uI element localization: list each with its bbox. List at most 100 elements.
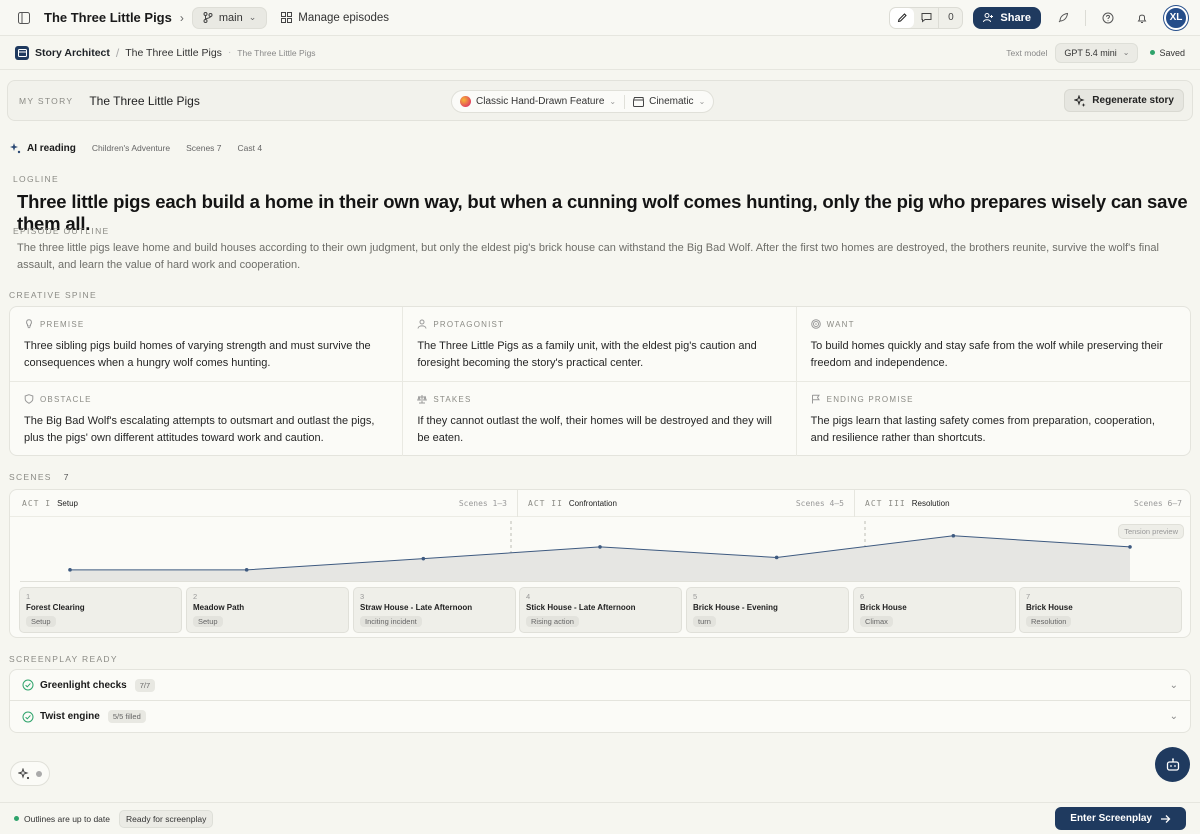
spine-cell-stakes[interactable]: STAKES If they cannot outlast the wolf, … bbox=[403, 382, 797, 456]
text-model-value: GPT 5.4 mini bbox=[1064, 47, 1117, 58]
manage-episodes-button[interactable]: Manage episodes bbox=[281, 12, 389, 24]
spine-cell-protagonist[interactable]: PROTAGONIST The Three Little Pigs as a f… bbox=[403, 307, 797, 382]
share-button[interactable]: Share bbox=[973, 6, 1041, 29]
scene-tile[interactable]: 4 Stick House - Late Afternoon Rising ac… bbox=[519, 587, 682, 633]
greenlight-checks-row[interactable]: Greenlight checks 7/7 ⌄ bbox=[9, 669, 1191, 701]
spine-heading: WANT bbox=[826, 319, 855, 329]
accordion-badge: 7/7 bbox=[134, 678, 156, 692]
assistant-button[interactable] bbox=[1155, 747, 1190, 782]
spine-cell-premise[interactable]: PREMISE Three sibling pigs build homes o… bbox=[10, 307, 404, 382]
scene-index: 6 bbox=[860, 592, 865, 601]
act-name: Resolution bbox=[911, 499, 950, 508]
spine-body: If they cannot outlast the wolf, their h… bbox=[417, 415, 772, 444]
creative-spine-grid: PREMISE Three sibling pigs build homes o… bbox=[9, 306, 1191, 456]
save-status: Saved bbox=[1150, 48, 1185, 58]
scene-index: 1 bbox=[26, 592, 31, 601]
scene-title: Forest Clearing bbox=[26, 603, 85, 612]
spine-body: The pigs learn that lasting safety comes… bbox=[810, 415, 1155, 444]
scenes-count: 7 bbox=[63, 472, 70, 482]
project-title[interactable]: The Three Little Pigs bbox=[44, 10, 172, 25]
git-branch-icon bbox=[203, 12, 213, 23]
act-range: Scenes 4–5 bbox=[795, 499, 844, 508]
scene-tile[interactable]: 2 Meadow Path Setup bbox=[186, 587, 349, 633]
spine-body: Three sibling pigs build homes of varyin… bbox=[24, 340, 371, 369]
chevron-down-icon: ⌄ bbox=[609, 97, 617, 106]
sidebar-toggle-icon[interactable] bbox=[12, 6, 36, 30]
ai-assist-toggle[interactable] bbox=[10, 761, 50, 786]
scenes-label: SCENES bbox=[9, 472, 52, 482]
pencil-icon bbox=[897, 13, 907, 23]
scene-tile[interactable]: 7 Brick House Resolution bbox=[1019, 587, 1182, 633]
act-number: ACT II bbox=[528, 499, 563, 508]
act-headers: ACT I Setup Scenes 1–3 ACT II Confrontat… bbox=[10, 490, 1190, 517]
tension-point bbox=[244, 568, 249, 572]
breadcrumb-episode[interactable]: The Three Little Pigs bbox=[237, 48, 315, 58]
comment-icon bbox=[921, 13, 932, 23]
avatar[interactable]: XL bbox=[1164, 5, 1188, 30]
scene-title: Straw House - Late Afternoon bbox=[360, 603, 473, 612]
act-divider bbox=[517, 490, 518, 517]
branch-label: main bbox=[218, 11, 243, 24]
scene-title: Brick House - Evening bbox=[693, 603, 778, 612]
share-label: Share bbox=[1000, 11, 1031, 24]
flag-icon bbox=[811, 394, 820, 404]
creative-spine-label: CREATIVE SPINE bbox=[9, 290, 97, 300]
chevron-down-icon: ⌄ bbox=[698, 97, 706, 106]
accordion-title: Greenlight checks bbox=[40, 679, 127, 691]
act-header[interactable]: ACT II Confrontation Scenes 4–5 bbox=[528, 490, 854, 517]
twist-engine-row[interactable]: Twist engine 5/5 filled ⌄ bbox=[9, 701, 1191, 733]
act-number: ACT III bbox=[865, 499, 906, 508]
chevron-down-icon[interactable]: ⌄ bbox=[1170, 680, 1178, 691]
act-header[interactable]: ACT III Resolution Scenes 6–7 bbox=[865, 490, 1192, 517]
scene-tag: Inciting incident bbox=[360, 616, 422, 627]
enter-screenplay-button[interactable]: Enter Screenplay bbox=[1055, 807, 1186, 830]
breadcrumb-story[interactable]: The Three Little Pigs bbox=[125, 47, 222, 59]
help-button[interactable] bbox=[1096, 6, 1120, 30]
chevron-down-icon[interactable]: ⌄ bbox=[1170, 711, 1178, 722]
tension-point bbox=[951, 533, 956, 538]
episode-outline-label: EPISODE OUTLINE bbox=[13, 226, 110, 236]
status-dot-icon bbox=[1150, 50, 1156, 55]
style-dropdown[interactable]: Classic Hand-Drawn Feature bbox=[476, 96, 604, 107]
scene-tag: Resolution bbox=[1026, 616, 1072, 627]
notifications-button[interactable] bbox=[1130, 6, 1154, 30]
scene-index: 4 bbox=[526, 592, 531, 601]
episode-outline-text: The three little pigs leave home and bui… bbox=[17, 242, 1159, 271]
branch-selector[interactable]: main ⌄ bbox=[191, 6, 268, 29]
story-title[interactable]: The Three Little Pigs bbox=[89, 94, 200, 108]
tension-preview-badge: Tension preview bbox=[1118, 524, 1184, 539]
look-dropdown[interactable]: Cinematic bbox=[649, 96, 693, 107]
my-story-label: MY STORY bbox=[19, 95, 74, 106]
spine-heading: STAKES bbox=[433, 394, 472, 404]
tension-area bbox=[70, 535, 1130, 581]
scene-tile[interactable]: 3 Straw House - Late Afternoon Inciting … bbox=[353, 587, 516, 633]
scene-tag: turn bbox=[693, 616, 716, 627]
user-icon bbox=[417, 319, 427, 329]
rocket-icon bbox=[1058, 12, 1069, 22]
spine-cell-obstacle[interactable]: OBSTACLE The Big Bad Wolf's escalating a… bbox=[10, 382, 404, 456]
regenerate-story-button[interactable]: Regenerate story bbox=[1064, 89, 1184, 112]
text-model-select[interactable]: GPT 5.4 mini ⌄ bbox=[1055, 42, 1139, 63]
ai-reading-row: AI reading Children's Adventure Scenes 7… bbox=[9, 141, 262, 155]
logline-label: LOGLINE bbox=[13, 174, 59, 184]
style-selector: Classic Hand-Drawn Feature ⌄ Cinematic ⌄ bbox=[451, 90, 715, 113]
spine-body: The Big Bad Wolf's escalating attempts t… bbox=[24, 415, 375, 444]
scene-tile[interactable]: 1 Forest Clearing Setup bbox=[19, 587, 182, 633]
launch-button[interactable] bbox=[1051, 6, 1075, 30]
act-header[interactable]: ACT I Setup Scenes 1–3 bbox=[22, 490, 517, 517]
spine-heading: PROTAGONIST bbox=[433, 319, 505, 329]
scene-title: Brick House bbox=[1026, 603, 1073, 612]
spine-cell-want[interactable]: WANT To build homes quickly and stay saf… bbox=[796, 307, 1190, 382]
scene-index: 7 bbox=[1026, 592, 1031, 601]
scene-tile[interactable]: 5 Brick House - Evening turn bbox=[686, 587, 849, 633]
comments-button[interactable] bbox=[914, 8, 938, 28]
spine-cell-ending-promise[interactable]: ENDING PROMISE The pigs learn that lasti… bbox=[797, 382, 1190, 456]
tension-point bbox=[68, 568, 72, 572]
grid-icon bbox=[281, 12, 293, 23]
ai-cast: Cast 4 bbox=[237, 143, 263, 153]
edit-mode-button[interactable] bbox=[890, 7, 915, 28]
footer-bar: Outlines are up to date Ready for screen… bbox=[0, 802, 1200, 834]
app-name[interactable]: Story Architect bbox=[35, 47, 110, 59]
spine-heading: PREMISE bbox=[40, 319, 85, 329]
scene-tile[interactable]: 6 Brick House Climax bbox=[853, 587, 1016, 633]
